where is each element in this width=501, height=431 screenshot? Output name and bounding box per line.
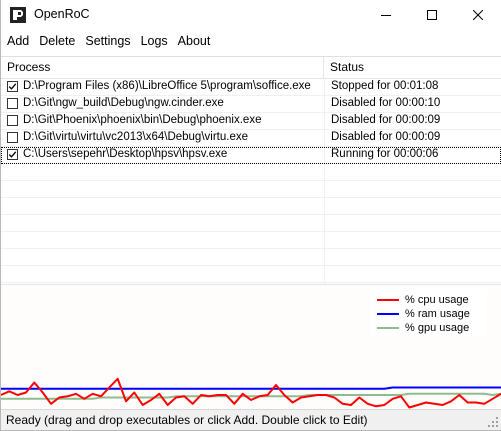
minimize-button[interactable] <box>363 0 409 30</box>
menu-settings[interactable]: Settings <box>80 31 135 52</box>
column-header-process[interactable]: Process <box>1 57 324 78</box>
row-checkbox[interactable] <box>7 132 18 143</box>
maximize-button[interactable] <box>409 0 455 30</box>
status-bar: Ready (drag and drop executables or clic… <box>1 409 501 430</box>
process-list[interactable]: Process Status D:\Program Files (x86)\Li… <box>1 56 501 285</box>
table-row[interactable]: D:\Git\Phoenix\phoenix\bin\Debug\phoenix… <box>1 113 501 130</box>
row-status: Disabled for 00:00:10 <box>331 97 441 109</box>
empty-list-row <box>1 232 501 249</box>
close-button[interactable] <box>455 0 501 30</box>
table-row[interactable]: D:\Git\ngw_build\Debug\ngw.cinder.exe Dis… <box>1 96 501 113</box>
row-status: Disabled for 00:00:09 <box>331 114 441 126</box>
maximize-icon <box>427 10 437 20</box>
legend-label-ram: % ram usage <box>405 308 470 320</box>
row-checkbox[interactable] <box>7 98 18 109</box>
row-status: Running for 00:00:06 <box>331 148 439 160</box>
usage-chart: % cpu usage % ram usage % gpu usage <box>1 284 501 410</box>
row-process-path: C:\Users\sepehr\Desktop\hpsv\hpsv.exe <box>23 148 228 160</box>
row-process-path: D:\Git\Phoenix\phoenix\bin\Debug\phoenix… <box>23 114 262 126</box>
close-icon <box>473 10 483 20</box>
row-status: Disabled for 00:00:09 <box>331 131 441 143</box>
legend-item-ram: % ram usage <box>377 307 487 321</box>
list-header: Process Status <box>1 57 501 79</box>
menu-delete[interactable]: Delete <box>34 31 80 52</box>
status-text: Ready (drag and drop executables or clic… <box>6 413 368 427</box>
row-process-path: D:\Git\ngw_build\Debug\ngw.cinder.exe <box>23 97 224 109</box>
table-row[interactable]: C:\Users\sepehr\Desktop\hpsv\hpsv.exe Run… <box>1 147 501 164</box>
minimize-icon <box>381 15 391 16</box>
empty-list-row <box>1 164 501 181</box>
row-checkbox[interactable] <box>7 81 18 92</box>
title-bar[interactable]: OpenRoC <box>1 0 501 30</box>
legend-label-gpu: % gpu usage <box>405 322 470 334</box>
menu-add[interactable]: Add <box>2 31 34 52</box>
row-checkbox[interactable] <box>7 115 18 126</box>
empty-list-row <box>1 266 501 283</box>
app-icon <box>10 7 26 23</box>
menu-bar: Add Delete Settings Logs About <box>1 31 501 52</box>
checkmark-icon <box>8 151 17 158</box>
main-window: OpenRoC Add Delete Settings Logs About P… <box>0 0 501 431</box>
legend-swatch-cpu <box>377 299 399 301</box>
legend-swatch-ram <box>377 313 399 315</box>
table-row[interactable]: D:\Git\virtu\virtu\vc2013\x64\Debug\virt… <box>1 130 501 147</box>
table-row[interactable]: D:\Program Files (x86)\LibreOffice 5\pro… <box>1 79 501 96</box>
empty-list-row <box>1 215 501 232</box>
chart-legend: % cpu usage % ram usage % gpu usage <box>371 289 487 337</box>
empty-list-row <box>1 249 501 266</box>
legend-item-cpu: % cpu usage <box>377 293 487 307</box>
row-process-path: D:\Git\virtu\virtu\vc2013\x64\Debug\virt… <box>23 131 248 143</box>
row-process-path: D:\Program Files (x86)\LibreOffice 5\pro… <box>23 80 311 92</box>
legend-swatch-gpu <box>377 327 399 329</box>
row-status: Stopped for 00:01:08 <box>331 80 439 92</box>
empty-list-row <box>1 181 501 198</box>
menu-about[interactable]: About <box>173 31 216 52</box>
checkmark-icon <box>8 83 17 90</box>
window-title: OpenRoC <box>34 7 90 21</box>
resize-grip-icon[interactable] <box>487 416 499 428</box>
empty-list-row <box>1 198 501 215</box>
row-checkbox[interactable] <box>7 149 18 160</box>
menu-logs[interactable]: Logs <box>136 31 173 52</box>
legend-item-gpu: % gpu usage <box>377 321 487 335</box>
legend-label-cpu: % cpu usage <box>405 294 469 306</box>
column-header-status[interactable]: Status <box>324 57 501 78</box>
